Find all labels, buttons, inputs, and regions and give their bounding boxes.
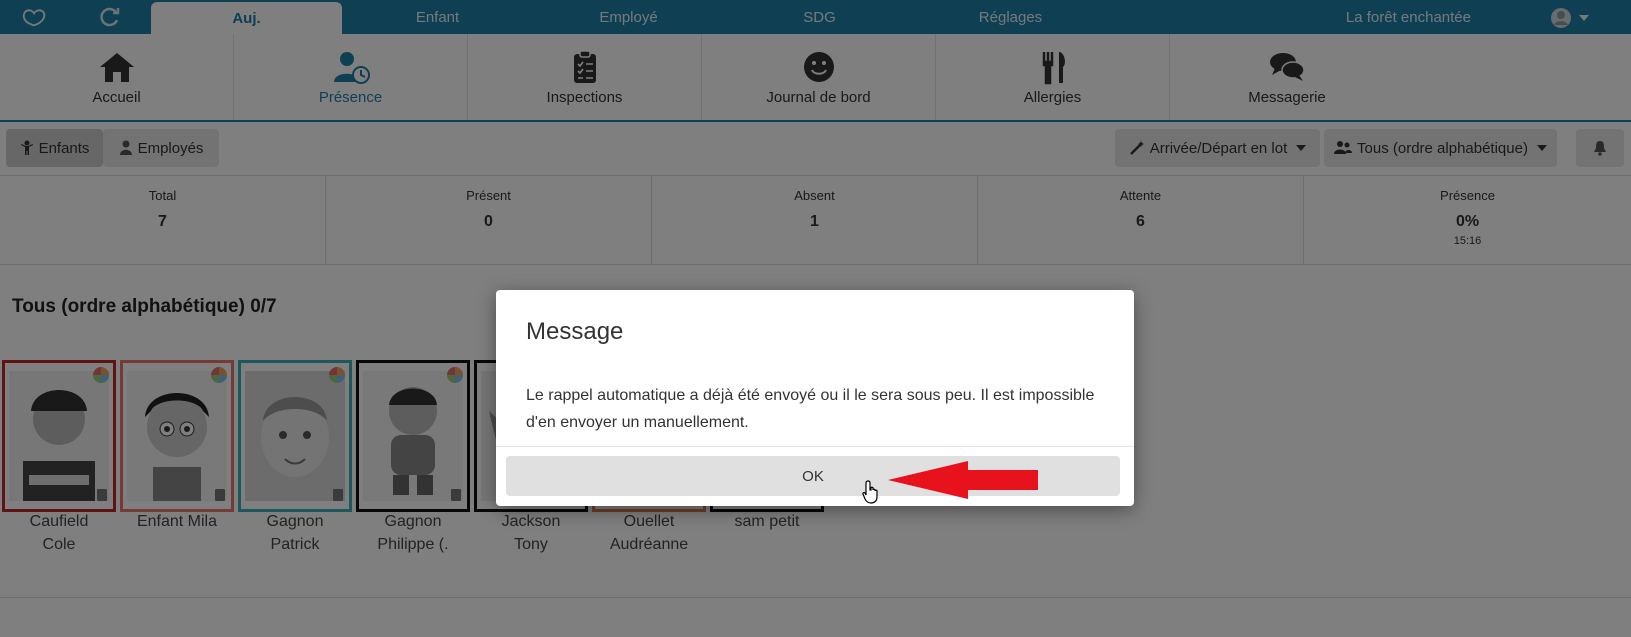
dialog-divider bbox=[496, 446, 1134, 447]
ok-label: OK bbox=[802, 467, 824, 485]
dialog-message: Le rappel automatique a déjà été envoyé … bbox=[526, 387, 1095, 431]
red-arrow-icon bbox=[888, 461, 1038, 499]
dialog-title: Message bbox=[526, 318, 624, 345]
hand-cursor-icon bbox=[862, 480, 878, 504]
